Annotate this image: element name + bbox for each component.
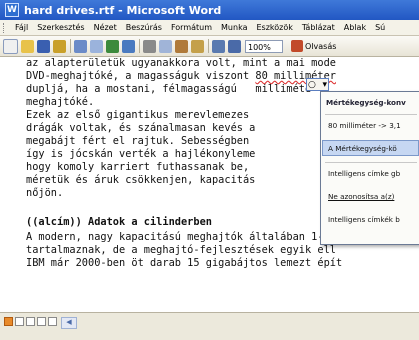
smart-tag-action-button[interactable]: ○ ▾ (306, 78, 329, 91)
toolbar-separator (208, 39, 209, 53)
format-painter-icon[interactable] (191, 39, 204, 53)
menu-help[interactable]: Sú (375, 23, 385, 32)
doc-line: tartalmaznak, de a meghajtó-fejlesztések… (26, 244, 336, 256)
paste-icon[interactable] (175, 39, 188, 53)
menu-item-unit-converter[interactable]: A Mértékegység-kö (328, 144, 397, 153)
doc-line: megabájt fért el rajtuk. Sebességben (26, 135, 250, 147)
window-title: hard drives.rtf - Microsoft Word (24, 3, 222, 17)
word-doc-icon: W (5, 3, 19, 17)
doc-line: nőjön. (26, 187, 64, 199)
print-preview-icon[interactable] (90, 39, 103, 53)
spelling-icon[interactable] (106, 39, 119, 53)
menu-file[interactable]: Fájl (15, 23, 28, 32)
web-view-icon[interactable] (15, 317, 24, 326)
doc-line: IBM már 2000-ben öt darab 15 gigabájtos … (26, 257, 343, 269)
menu-divider (325, 162, 417, 163)
doc-line: meghajtóké. (26, 96, 95, 108)
menu-item-remove-smart-tag[interactable]: Intelligens címke gb (328, 169, 400, 178)
print-layout-icon[interactable] (26, 317, 35, 326)
menu-edit[interactable]: Szerkesztés (37, 23, 84, 32)
copy-icon[interactable] (159, 39, 172, 53)
print-icon[interactable] (74, 39, 87, 53)
view-bar: ◀ (0, 312, 419, 340)
menu-item-stop-recognizing[interactable]: Ne azonosítsa a(z) (328, 192, 394, 201)
read-icon (291, 40, 303, 52)
chevron-down-icon: ▾ (322, 79, 327, 90)
doc-line: az alapterületük ugyanakkora volt, mint … (26, 57, 336, 69)
toolbar-separator (139, 39, 140, 53)
menu-item-smart-tag-options[interactable]: Intelligens címkék b (328, 215, 400, 224)
doc-line: így is jócskán verték a hajlékonyleme (26, 148, 256, 160)
menu-grip[interactable] (3, 22, 6, 33)
read-button[interactable]: Olvasás (291, 40, 336, 52)
doc-line: A modern, nagy kapacitású meghajtók álta… (26, 231, 330, 243)
smart-tag-icon: ○ (308, 79, 316, 90)
doc-line: Ezek az első gigantikus merevlemezes (26, 109, 250, 121)
standard-toolbar: 100% Olvasás (0, 36, 419, 57)
menu-tools[interactable]: Eszközök (256, 23, 292, 32)
smart-tag-menu: Mértékegység-konv 80 milliméter -> 3,1 A… (320, 91, 419, 245)
permission-icon[interactable] (53, 39, 66, 53)
menu-work[interactable]: Munka (221, 23, 247, 32)
hyperlink-icon[interactable] (228, 39, 241, 53)
doc-line: méretük és áruk csökkenjen, kapacitás (26, 174, 256, 186)
save-icon[interactable] (37, 39, 50, 53)
scroll-left-arrow-icon[interactable]: ◀ (61, 317, 77, 329)
doc-line: DVD-meghajtóké, a magasságuk viszont 80 … (26, 70, 336, 82)
menu-view[interactable]: Nézet (94, 23, 117, 32)
subheading: ((alcím)) Adatok a cilinderben (26, 216, 212, 228)
reading-view-icon[interactable] (48, 317, 57, 326)
undo-icon[interactable] (212, 39, 225, 53)
normal-view-icon[interactable] (4, 317, 13, 326)
menu-table[interactable]: Táblázat (302, 23, 335, 32)
menu-insert[interactable]: Beszúrás (126, 23, 162, 32)
toolbar-separator (70, 39, 71, 53)
smart-tag-menu-title: Mértékegység-konv (326, 98, 406, 107)
open-icon[interactable] (21, 39, 34, 53)
research-icon[interactable] (122, 39, 135, 53)
zoom-select[interactable]: 100% (245, 39, 283, 53)
new-doc-icon[interactable] (3, 38, 18, 54)
title-bar: W hard drives.rtf - Microsoft Word (0, 0, 419, 20)
doc-line: drágák voltak, és szánalmasan kevés a (26, 122, 256, 134)
menu-divider (325, 114, 417, 115)
menu-bar: Fájl Szerkesztés Nézet Beszúrás Formátum… (0, 20, 419, 36)
doc-line: hogy komoly karriert futhassanak be, (26, 161, 250, 173)
menu-format[interactable]: Formátum (171, 23, 212, 32)
menu-item-convert-inches[interactable]: 80 milliméter -> 3,1 (328, 121, 401, 130)
doc-line: dupljá, ha a mostani, félmagasságú milli… (26, 83, 312, 95)
read-label: Olvasás (305, 41, 337, 51)
menu-window[interactable]: Ablak (344, 23, 366, 32)
cut-icon[interactable] (143, 39, 156, 53)
outline-view-icon[interactable] (37, 317, 46, 326)
